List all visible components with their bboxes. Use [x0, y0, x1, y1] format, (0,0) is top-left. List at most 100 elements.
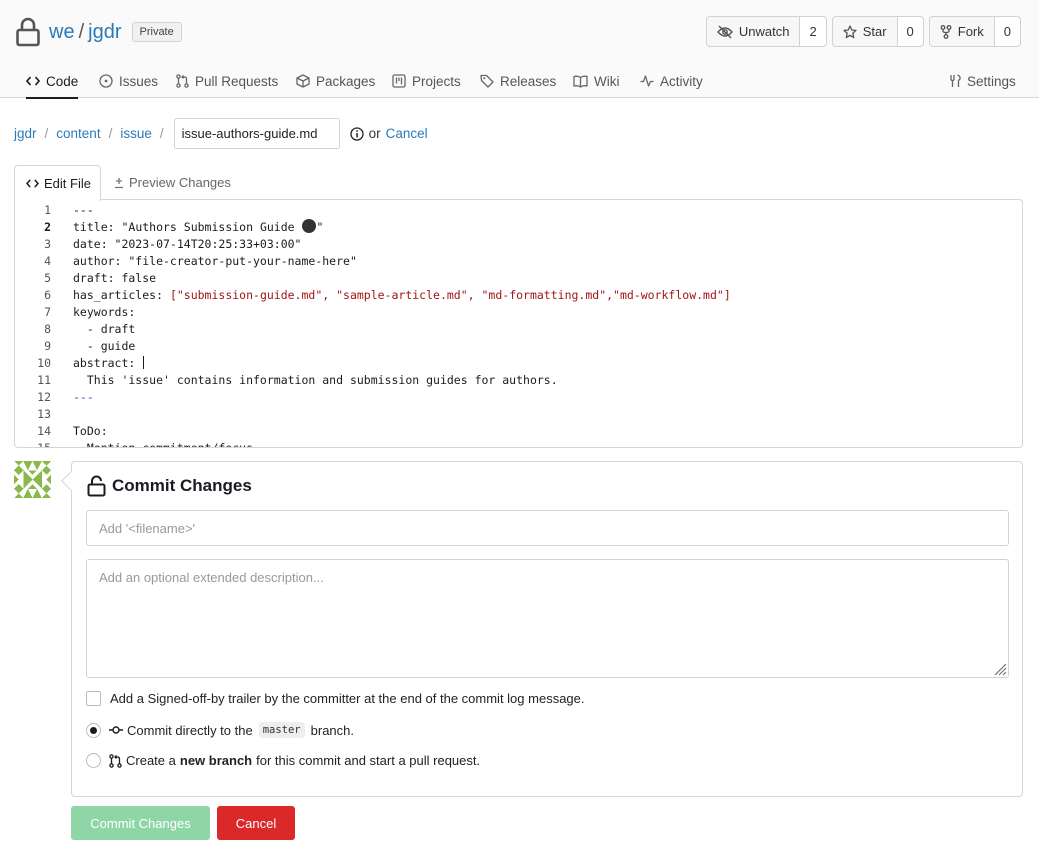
code-line[interactable]: 1 --- — [15, 202, 1022, 219]
pull-request-icon — [176, 74, 195, 88]
repo-header: we / jgdr Private Unwatch 2 Star 0 Fork … — [0, 0, 1039, 99]
code-token: has_articles: — [73, 288, 170, 302]
unwatch-button-group: Unwatch 2 — [705, 16, 827, 47]
forks-count[interactable]: 0 — [993, 17, 1020, 46]
tab-settings[interactable]: Settings — [948, 64, 1016, 98]
fork-label: Fork — [957, 24, 984, 39]
tab-activity[interactable]: Activity — [640, 64, 703, 98]
signoff-checkbox[interactable] — [86, 691, 101, 706]
code-line[interactable]: 11 This 'issue' contains information and… — [15, 372, 1022, 389]
code-line[interactable]: 7 keywords: — [15, 304, 1022, 321]
filename-input[interactable] — [173, 118, 340, 149]
cancel-edit-link[interactable]: Cancel — [386, 126, 428, 141]
code-token: date: "2023-07-14T20:25:33+03:00" — [73, 237, 302, 251]
diff-icon — [114, 177, 129, 189]
unwatch-button[interactable]: Unwatch — [707, 17, 800, 46]
tab-issues[interactable]: Issues — [99, 64, 158, 98]
star-icon — [843, 24, 863, 39]
commit-icon — [109, 725, 127, 735]
repo-name-link[interactable]: jgdr — [88, 21, 121, 44]
commit-direct-radio[interactable] — [86, 722, 101, 738]
editor-tabs: Edit File Preview Changes — [14, 165, 1023, 201]
watchers-count[interactable]: 2 — [799, 17, 826, 46]
code-token: Mention commitment/focus — [73, 441, 254, 448]
code-token: "Authors Submission Guide — [121, 220, 302, 234]
code-line[interactable]: 6 has_articles: ["submission-guide.md", "… — [15, 287, 1022, 304]
line-number: 6 — [44, 288, 51, 302]
new-branch-text-end: for this commit and start a pull request… — [256, 753, 481, 768]
project-icon — [392, 74, 412, 88]
tab-edit-file[interactable]: Edit File — [14, 165, 101, 201]
code-text: author: "file-creator-put-your-name-here… — [73, 253, 357, 270]
code-line[interactable]: 13 — [15, 406, 1022, 423]
code-token: author: "file-creator-put-your-name-here… — [73, 254, 357, 268]
code-line[interactable]: 12 --- — [15, 389, 1022, 406]
new-branch-radio[interactable] — [86, 753, 101, 768]
code-line[interactable]: 14 ToDo: — [15, 423, 1022, 440]
code-token: keywords: — [73, 305, 136, 319]
code-text: This 'issue' contains information and su… — [73, 372, 558, 389]
book-icon — [573, 75, 594, 88]
code-line[interactable]: 5 draft: false — [15, 270, 1022, 287]
line-number: 10 — [37, 356, 51, 370]
breadcrumb-item-content[interactable]: content — [56, 126, 100, 141]
tab-projects-label: Projects — [412, 73, 461, 89]
line-number: 1 — [44, 203, 51, 217]
code-text: --- — [73, 202, 94, 219]
code-text: ToDo: — [73, 423, 108, 440]
repo-title: we / jgdr Private — [16, 16, 182, 48]
info-icon[interactable] — [349, 126, 364, 141]
tag-icon — [480, 74, 500, 88]
code-text: title: "Authors Submission Guide " — [73, 219, 323, 236]
tab-packages[interactable]: Packages — [296, 64, 375, 98]
breadcrumb-item-issue[interactable]: issue — [120, 126, 152, 141]
code-line[interactable]: 15 Mention commitment/focus — [15, 440, 1022, 448]
tab-wiki[interactable]: Wiki — [573, 64, 620, 98]
tab-activity-label: Activity — [660, 73, 703, 89]
tab-code[interactable]: Code — [26, 64, 79, 99]
commit-summary-input[interactable] — [86, 510, 1009, 546]
tools-icon — [948, 74, 967, 88]
code-token: title: — [73, 220, 122, 234]
code-line[interactable]: 3 date: "2023-07-14T20:25:33+03:00" — [15, 236, 1022, 253]
code-text: has_articles: ["submission-guide.md", "s… — [73, 287, 731, 304]
code-editor[interactable]: 1 --- 2 title: "Authors Submission Guide " 3… — [14, 199, 1023, 448]
tab-projects[interactable]: Projects — [392, 64, 461, 98]
new-branch-bold-text: new branch — [179, 753, 253, 768]
code-text: date: "2023-07-14T20:25:33+03:00" — [73, 236, 301, 253]
code-line[interactable]: 4 author: "file-creator-put-your-name-her… — [15, 253, 1022, 270]
code-line[interactable]: 9 - guide — [15, 338, 1022, 355]
code-text: draft: false — [73, 270, 156, 287]
line-number: 15 — [37, 441, 51, 448]
commit-changes-button[interactable]: Commit Changes — [71, 806, 210, 840]
star-button[interactable]: Star — [833, 17, 897, 46]
code-line[interactable]: 2 title: "Authors Submission Guide " — [15, 219, 1022, 236]
tab-preview-changes[interactable]: Preview Changes — [114, 165, 231, 200]
tab-edit-file-label: Edit File — [44, 176, 91, 191]
fork-button[interactable]: Fork — [930, 17, 994, 46]
branch-name-chip: master — [258, 722, 305, 738]
commit-description-input[interactable] — [86, 559, 1009, 678]
black-circle-emoji-icon — [302, 219, 317, 233]
commit-form: Commit Changes Add a Signed-off-by trail… — [61, 461, 1023, 797]
tab-settings-label: Settings — [967, 73, 1016, 89]
stars-count[interactable]: 0 — [896, 17, 923, 46]
tab-pull-requests[interactable]: Pull Requests — [176, 64, 278, 98]
cancel-button[interactable]: Cancel — [217, 806, 295, 840]
star-button-group: Star 0 — [831, 16, 924, 47]
breadcrumb-item-jgdr[interactable]: jgdr — [14, 126, 37, 141]
signoff-label[interactable]: Add a Signed-off-by trailer by the commi… — [110, 691, 585, 706]
code-lines: 1 --- 2 title: "Authors Submission Guide " 3… — [15, 200, 1022, 448]
line-number: 7 — [44, 305, 51, 319]
commit-form-pointer — [61, 471, 81, 491]
repo-owner-link[interactable]: we — [49, 21, 75, 44]
star-label: Star — [862, 24, 887, 39]
code-line[interactable]: 10 abstract: — [15, 355, 1022, 372]
resize-grip-icon[interactable] — [993, 662, 1007, 676]
code-line[interactable]: 8 - draft — [15, 321, 1022, 338]
line-number: 5 — [44, 271, 51, 285]
tab-releases[interactable]: Releases — [480, 64, 556, 98]
line-number: 12 — [37, 390, 51, 404]
commit-direct-text-end: branch. — [310, 722, 355, 738]
code-token: abstract: — [73, 356, 143, 370]
